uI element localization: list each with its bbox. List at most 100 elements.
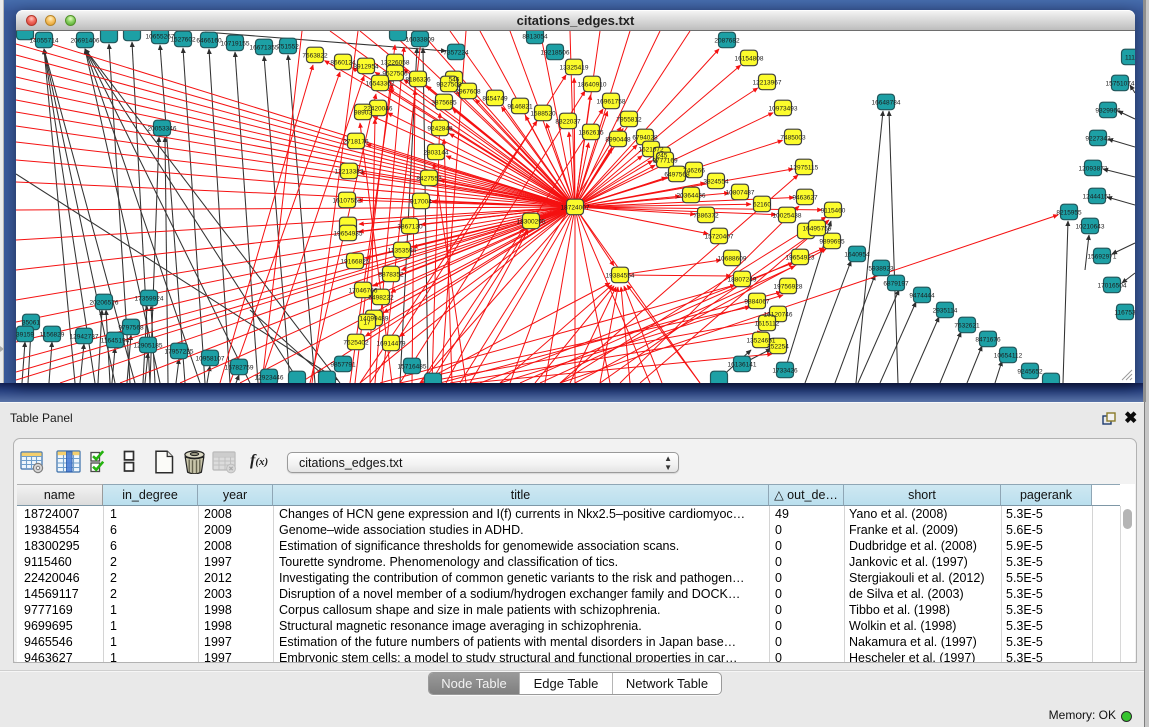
svg-text:9327508: 9327508 (436, 81, 462, 88)
svg-text:17359924: 17359924 (135, 295, 164, 302)
svg-text:9245652: 9245652 (1017, 368, 1043, 375)
svg-text:10654112: 10654112 (994, 352, 1023, 359)
svg-text:1733426: 1733426 (772, 367, 798, 374)
svg-text:20053346: 20053346 (148, 125, 177, 132)
svg-text:7625402: 7625402 (343, 339, 369, 346)
svg-text:6497568: 6497568 (664, 171, 690, 178)
svg-text:16495759: 16495759 (803, 225, 832, 232)
svg-text:16107552: 16107552 (333, 197, 362, 204)
svg-text:6879197: 6879197 (883, 280, 909, 287)
svg-text:18724007: 18724007 (561, 204, 590, 211)
svg-text:5938923: 5938923 (868, 265, 894, 272)
svg-text:11645194: 11645194 (101, 337, 130, 344)
svg-text:19756928: 19756928 (774, 283, 803, 290)
svg-text:12213383: 12213383 (335, 168, 364, 175)
svg-text:15751074: 15751074 (1106, 80, 1135, 87)
svg-text:6794028: 6794028 (632, 134, 658, 141)
svg-text:12923446: 12923446 (255, 374, 284, 381)
svg-text:5498222: 5498222 (368, 294, 394, 301)
svg-text:12975115: 12975115 (790, 164, 819, 171)
svg-text:7955812: 7955812 (616, 116, 642, 123)
svg-text:19218506: 19218506 (541, 49, 570, 56)
svg-text:17016504: 17016504 (1098, 282, 1127, 289)
svg-text:10973493: 10973493 (769, 105, 798, 112)
svg-text:8427552: 8427552 (416, 175, 442, 182)
svg-text:7632621: 7632621 (954, 322, 980, 329)
svg-text:12093872: 12093872 (1079, 165, 1108, 172)
svg-text:8454749: 8454749 (482, 95, 508, 102)
svg-text:35061: 35061 (22, 319, 40, 326)
svg-text:9857791: 9857791 (330, 361, 356, 368)
svg-text:20206576: 20206576 (90, 299, 119, 306)
svg-text:2087682: 2087682 (714, 37, 740, 44)
svg-text:7663822: 7663822 (302, 52, 328, 59)
svg-text:62160: 62160 (753, 201, 771, 208)
svg-text:917004: 917004 (410, 198, 432, 205)
svg-text:6466160: 6466160 (196, 37, 222, 44)
svg-text:10025438: 10025438 (773, 212, 802, 219)
svg-text:17046766: 17046766 (349, 287, 378, 294)
svg-text:98903: 98903 (354, 109, 372, 116)
svg-text:16961758: 16961758 (597, 98, 626, 105)
svg-text:16543362: 16543362 (366, 80, 395, 87)
svg-text:16154808: 16154808 (735, 55, 764, 62)
svg-text:1362615: 1362615 (578, 129, 604, 136)
svg-text:116753: 116753 (1114, 309, 1135, 316)
svg-text:17957225: 17957225 (165, 348, 194, 355)
svg-text:9242848: 9242848 (427, 125, 453, 132)
svg-text:8660124: 8660124 (330, 59, 356, 66)
svg-text:16671355: 16671355 (250, 44, 279, 51)
svg-text:1640954: 1640954 (844, 251, 870, 258)
svg-text:9463627: 9463627 (792, 194, 818, 201)
svg-text:1527602: 1527602 (170, 36, 196, 43)
svg-text:16136141: 16136141 (728, 361, 757, 368)
svg-text:17: 17 (363, 319, 371, 326)
svg-text:7386372: 7386372 (693, 212, 719, 219)
svg-text:18807249: 18807249 (728, 276, 757, 283)
svg-text:8471676: 8471676 (975, 336, 1001, 343)
svg-text:8912954: 8912954 (353, 63, 379, 70)
svg-text:20691406: 20691406 (71, 37, 100, 44)
svg-text:20364436: 20364436 (677, 192, 706, 199)
svg-text:7357224: 7357224 (443, 49, 469, 56)
svg-text:16782759: 16782759 (225, 364, 254, 371)
svg-text:2803144: 2803144 (423, 149, 449, 156)
svg-text:19166825: 19166825 (341, 258, 370, 265)
svg-text:9797568: 9797568 (118, 324, 144, 331)
svg-text:252254: 252254 (767, 343, 789, 350)
svg-text:8813054: 8813054 (522, 33, 548, 40)
svg-text:12213967: 12213967 (753, 79, 782, 86)
svg-text:9146821: 9146821 (507, 103, 533, 110)
svg-text:8322037: 8322037 (555, 118, 581, 125)
svg-text:8215955: 8215955 (1056, 209, 1082, 216)
svg-text:18640910: 18640910 (578, 81, 607, 88)
svg-text:19384554: 19384554 (606, 272, 635, 279)
svg-text:10807487: 10807487 (726, 189, 755, 196)
svg-text:9884067: 9884067 (744, 298, 770, 305)
svg-text:3875685: 3875685 (431, 99, 457, 106)
svg-text:39159: 39159 (16, 331, 34, 338)
svg-text:16914479: 16914479 (377, 340, 406, 347)
svg-text:9777169: 9777169 (652, 157, 678, 164)
svg-text:3824554: 3824554 (703, 178, 729, 185)
svg-text:16648784: 16648784 (872, 99, 901, 106)
svg-text:12942737: 12942737 (70, 333, 99, 340)
svg-text:14055714: 14055714 (30, 37, 59, 44)
svg-text:9899695: 9899695 (819, 238, 845, 245)
svg-text:9227342: 9227342 (1085, 135, 1111, 142)
svg-text:15692971: 15692971 (1088, 253, 1117, 260)
svg-text:9527506: 9527506 (382, 70, 408, 77)
svg-text:15720407: 15720407 (705, 233, 734, 240)
svg-text:111: 111 (1125, 54, 1135, 61)
svg-text:12905185: 12905185 (134, 342, 163, 349)
svg-text:7485003: 7485003 (780, 134, 806, 141)
svg-text:1156829: 1156829 (40, 331, 65, 338)
svg-text:10210643: 10210643 (1076, 223, 1105, 230)
svg-text:15716485: 15716485 (398, 363, 427, 370)
svg-text:8186326: 8186326 (405, 76, 431, 83)
svg-text:12444151: 12444151 (1083, 193, 1112, 200)
svg-text:2718176: 2718176 (343, 138, 369, 145)
svg-text:10719155: 10719155 (221, 40, 250, 47)
svg-text:11353594: 11353594 (388, 247, 417, 254)
svg-text:1588520: 1588520 (530, 110, 556, 117)
